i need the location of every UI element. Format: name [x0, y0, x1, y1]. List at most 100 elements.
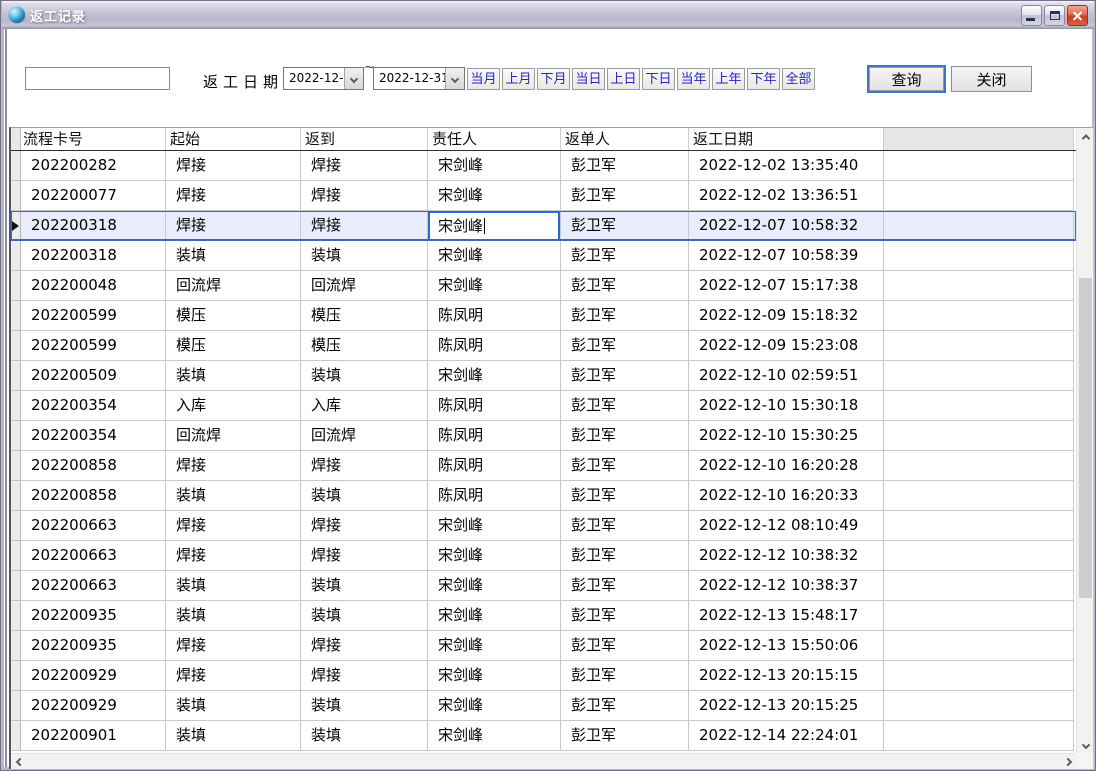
table-cell[interactable]: 202200858: [21, 451, 166, 481]
table-cell[interactable]: 彭卫军: [561, 331, 689, 361]
table-row[interactable]: 202200929焊接焊接宋剑峰彭卫军2022-12-13 20:15:15: [11, 661, 1076, 691]
table-cell[interactable]: 202200858: [21, 481, 166, 511]
table-row[interactable]: 202200663焊接焊接宋剑峰彭卫军2022-12-12 08:10:49: [11, 511, 1076, 541]
table-cell[interactable]: 2022-12-12 10:38:37: [689, 571, 884, 601]
table-cell[interactable]: 2022-12-10 16:20:28: [689, 451, 884, 481]
table-row[interactable]: 202200901装填装填宋剑峰彭卫军2022-12-14 22:24:01: [11, 721, 1076, 751]
quick-range-button-8[interactable]: 下年: [747, 68, 780, 90]
table-cell-blank[interactable]: [884, 181, 1074, 211]
table-cell-blank[interactable]: [884, 541, 1074, 571]
quick-range-button-2[interactable]: 下月: [537, 68, 570, 90]
table-cell-blank[interactable]: [884, 601, 1074, 631]
query-button[interactable]: 查询: [867, 65, 946, 93]
table-row[interactable]: 202200935焊接焊接宋剑峰彭卫军2022-12-13 15:50:06: [11, 631, 1076, 661]
table-cell-blank[interactable]: [884, 571, 1074, 601]
table-cell[interactable]: 宋剑峰: [428, 181, 561, 211]
table-cell[interactable]: 宋剑峰: [428, 661, 561, 691]
quick-range-button-6[interactable]: 当年: [677, 68, 710, 90]
scroll-down-arrow-icon[interactable]: [1077, 736, 1094, 753]
table-cell[interactable]: 宋剑峰: [428, 631, 561, 661]
table-cell-blank[interactable]: [884, 241, 1074, 271]
table-row[interactable]: 202200929装填装填宋剑峰彭卫军2022-12-13 20:15:25: [11, 691, 1076, 721]
table-row[interactable]: 202200048回流焊回流焊宋剑峰彭卫军2022-12-07 15:17:38: [11, 271, 1076, 301]
table-cell[interactable]: 202200077: [21, 181, 166, 211]
table-cell[interactable]: 2022-12-12 08:10:49: [689, 511, 884, 541]
table-cell[interactable]: 宋剑峰: [428, 571, 561, 601]
table-row[interactable]: 202200599模压模压陈凤明彭卫军2022-12-09 15:23:08: [11, 331, 1076, 361]
table-cell[interactable]: 202200663: [21, 511, 166, 541]
table-cell[interactable]: 宋剑峰: [428, 511, 561, 541]
table-cell[interactable]: 202200599: [21, 301, 166, 331]
table-row[interactable]: 202200509装填装填宋剑峰彭卫军2022-12-10 02:59:51: [11, 361, 1076, 391]
table-cell[interactable]: 202200048: [21, 271, 166, 301]
quick-range-button-9[interactable]: 全部: [782, 68, 815, 90]
date-to-select[interactable]: 2022-12-31: [373, 67, 465, 90]
table-row[interactable]: 202200318装填装填宋剑峰彭卫军2022-12-07 10:58:39: [11, 241, 1076, 271]
table-cell[interactable]: 焊接: [301, 451, 428, 481]
table-cell-blank[interactable]: [884, 271, 1074, 301]
table-cell[interactable]: 装填: [166, 691, 301, 721]
table-cell[interactable]: 彭卫军: [561, 391, 689, 421]
table-cell[interactable]: 装填: [301, 721, 428, 751]
minimize-button[interactable]: [1021, 5, 1042, 26]
table-row[interactable]: 202200858焊接焊接陈凤明彭卫军2022-12-10 16:20:28: [11, 451, 1076, 481]
table-cell-blank[interactable]: [884, 691, 1074, 721]
chevron-down-icon[interactable]: [344, 68, 363, 89]
table-cell-blank[interactable]: [884, 151, 1074, 181]
table-cell[interactable]: 2022-12-07 10:58:39: [689, 241, 884, 271]
table-cell[interactable]: 焊接: [166, 661, 301, 691]
table-cell[interactable]: 彭卫军: [561, 691, 689, 721]
table-cell[interactable]: 202200663: [21, 541, 166, 571]
table-cell[interactable]: 2022-12-13 20:15:25: [689, 691, 884, 721]
table-cell[interactable]: 焊接: [166, 631, 301, 661]
scroll-right-arrow-icon[interactable]: [1059, 754, 1076, 770]
table-cell[interactable]: 装填: [301, 571, 428, 601]
table-cell[interactable]: 202200935: [21, 601, 166, 631]
table-cell[interactable]: 宋剑峰: [428, 691, 561, 721]
table-cell[interactable]: 2022-12-10 15:30:18: [689, 391, 884, 421]
table-cell[interactable]: 焊接: [301, 181, 428, 211]
table-cell[interactable]: 陈凤明: [428, 481, 561, 511]
table-cell[interactable]: 宋剑峰: [428, 271, 561, 301]
table-cell[interactable]: 装填: [166, 361, 301, 391]
table-cell[interactable]: 宋剑峰: [428, 151, 561, 181]
table-cell[interactable]: 202200901: [21, 721, 166, 751]
table-cell[interactable]: 回流焊: [166, 421, 301, 451]
table-cell[interactable]: 焊接: [166, 541, 301, 571]
filter-input[interactable]: [25, 67, 170, 90]
table-cell-blank[interactable]: [884, 451, 1074, 481]
table-cell[interactable]: 宋剑峰: [428, 361, 561, 391]
table-cell[interactable]: 模压: [301, 301, 428, 331]
table-cell[interactable]: 回流焊: [301, 421, 428, 451]
close-window-button[interactable]: 关闭: [951, 66, 1032, 92]
vertical-scroll-thumb[interactable]: [1079, 278, 1092, 598]
table-cell[interactable]: 202200318: [21, 241, 166, 271]
table-cell-blank[interactable]: [884, 391, 1074, 421]
table-cell[interactable]: 2022-12-07 15:17:38: [689, 271, 884, 301]
table-cell[interactable]: 2022-12-09 15:18:32: [689, 301, 884, 331]
table-cell[interactable]: 2022-12-10 02:59:51: [689, 361, 884, 391]
quick-range-button-1[interactable]: 上月: [502, 68, 535, 90]
table-cell[interactable]: 陈凤明: [428, 331, 561, 361]
table-cell[interactable]: 彭卫军: [561, 481, 689, 511]
table-row[interactable]: 202200318焊接焊接宋剑峰彭卫军2022-12-07 10:58:32: [11, 211, 1076, 241]
table-cell[interactable]: 装填: [301, 481, 428, 511]
table-cell[interactable]: 宋剑峰: [428, 541, 561, 571]
chevron-down-icon[interactable]: [445, 68, 464, 89]
table-cell-blank[interactable]: [884, 421, 1074, 451]
table-cell[interactable]: 装填: [301, 601, 428, 631]
table-cell[interactable]: 陈凤明: [428, 451, 561, 481]
table-cell[interactable]: 焊接: [166, 511, 301, 541]
table-cell[interactable]: 焊接: [301, 151, 428, 181]
table-cell[interactable]: 2022-12-02 13:35:40: [689, 151, 884, 181]
table-cell[interactable]: 彭卫军: [561, 151, 689, 181]
table-cell[interactable]: 202200935: [21, 631, 166, 661]
table-cell-blank[interactable]: [884, 661, 1074, 691]
scroll-up-arrow-icon[interactable]: [1077, 128, 1094, 145]
table-cell[interactable]: 模压: [166, 301, 301, 331]
table-cell[interactable]: 彭卫军: [561, 511, 689, 541]
table-cell[interactable]: 焊接: [166, 151, 301, 181]
table-cell[interactable]: 焊接: [166, 451, 301, 481]
table-cell[interactable]: 202200929: [21, 691, 166, 721]
table-cell[interactable]: 202200318: [21, 211, 166, 241]
